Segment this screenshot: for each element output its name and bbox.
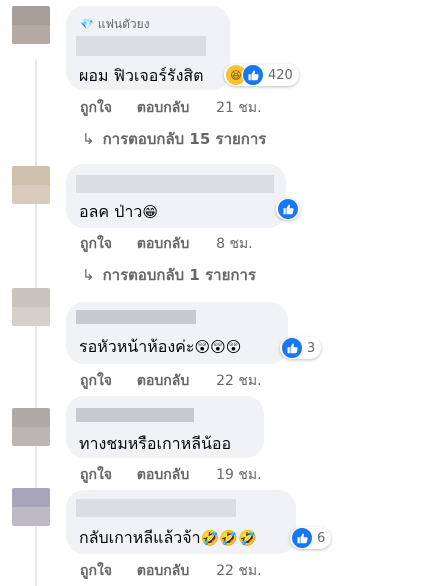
reply-button[interactable]: ตอบกลับ <box>137 560 189 582</box>
timestamp[interactable]: 19 ชม. <box>216 464 261 486</box>
reaction-summary[interactable]: 😆 420 <box>224 64 299 86</box>
view-replies-link[interactable]: ↳ การตอบกลับ 15 รายการ <box>82 127 266 151</box>
comment-text: ผอม ฟิวเจอร์รังสิต <box>79 66 204 85</box>
comment-actions: ถูกใจ ตอบกลับ 19 ชม. <box>80 464 262 486</box>
reply-button[interactable]: ตอบกลับ <box>137 370 189 392</box>
like-icon <box>281 337 303 359</box>
timestamp[interactable]: 22 ชม. <box>216 370 261 392</box>
like-icon <box>277 198 299 220</box>
reply-button[interactable]: ตอบกลับ <box>137 97 189 119</box>
comment-text: ทางชมหรือเกาหลีน้ออ <box>79 434 232 453</box>
avatar[interactable] <box>12 166 50 204</box>
commenter-name[interactable] <box>76 499 236 517</box>
reaction-count: 3 <box>307 340 316 356</box>
comment-text: กลับเกาหลีแล้วจ้า🤣🤣🤣 <box>79 528 257 547</box>
grin-emoji: 😁 <box>142 203 158 221</box>
top-fan-badge: 💎 แฟนตัวยง <box>80 17 150 31</box>
surprised-emoji: 😲😲😲 <box>194 338 242 356</box>
reaction-count: 420 <box>268 67 293 83</box>
like-button[interactable]: ถูกใจ <box>80 97 112 119</box>
like-icon <box>242 64 264 86</box>
comment-bubble: กลับเกาหลีแล้วจ้า🤣🤣🤣 <box>66 490 296 554</box>
reply-button[interactable]: ตอบกลับ <box>137 464 189 486</box>
comment-bubble: 💎 แฟนตัวยง ผอม ฟิวเจอร์รังสิต <box>66 6 230 90</box>
reaction-summary[interactable] <box>276 198 300 220</box>
commenter-name[interactable] <box>76 36 206 56</box>
comment-actions: ถูกใจ ตอบกลับ 8 ชม. <box>80 233 253 255</box>
avatar[interactable] <box>12 288 50 326</box>
like-button[interactable]: ถูกใจ <box>80 560 112 582</box>
avatar[interactable] <box>12 408 50 446</box>
timestamp[interactable]: 21 ชม. <box>216 97 261 119</box>
timestamp[interactable]: 8 ชม. <box>216 233 253 255</box>
reaction-count: 6 <box>317 530 326 546</box>
avatar[interactable] <box>12 6 50 44</box>
comment-bubble: ทางชมหรือเกาหลีน้ออ <box>66 396 264 458</box>
commenter-name[interactable] <box>76 175 274 193</box>
comment-actions: ถูกใจ ตอบกลับ 22 ชม. <box>80 560 262 582</box>
commenter-name[interactable] <box>76 408 194 422</box>
diamond-icon: 💎 <box>80 18 94 31</box>
commenter-name[interactable] <box>76 310 196 324</box>
like-button[interactable]: ถูกใจ <box>80 464 112 486</box>
reply-arrow-icon: ↳ <box>82 130 95 148</box>
comment-bubble: รอหัวหน้าห้องค่ะ😲😲😲 <box>66 302 288 364</box>
comment-text: รอหัวหน้าห้องค่ะ😲😲😲 <box>79 337 242 356</box>
like-button[interactable]: ถูกใจ <box>80 233 112 255</box>
like-button[interactable]: ถูกใจ <box>80 370 112 392</box>
comment-actions: ถูกใจ ตอบกลับ 21 ชม. <box>80 97 262 119</box>
like-icon <box>291 527 313 549</box>
comment-bubble: อลค ป่าว😁 <box>66 164 286 228</box>
avatar[interactable] <box>12 488 50 526</box>
reaction-summary[interactable]: 3 <box>280 337 322 359</box>
reply-button[interactable]: ตอบกลับ <box>137 233 189 255</box>
comment-actions: ถูกใจ ตอบกลับ 22 ชม. <box>80 370 262 392</box>
reaction-summary[interactable]: 6 <box>290 527 332 549</box>
comment-text: อลค ป่าว😁 <box>79 202 158 221</box>
rofl-emoji: 🤣🤣🤣 <box>200 529 257 547</box>
timestamp[interactable]: 22 ชม. <box>216 560 261 582</box>
reply-arrow-icon: ↳ <box>82 266 95 284</box>
view-replies-link[interactable]: ↳ การตอบกลับ 1 รายการ <box>82 263 256 287</box>
